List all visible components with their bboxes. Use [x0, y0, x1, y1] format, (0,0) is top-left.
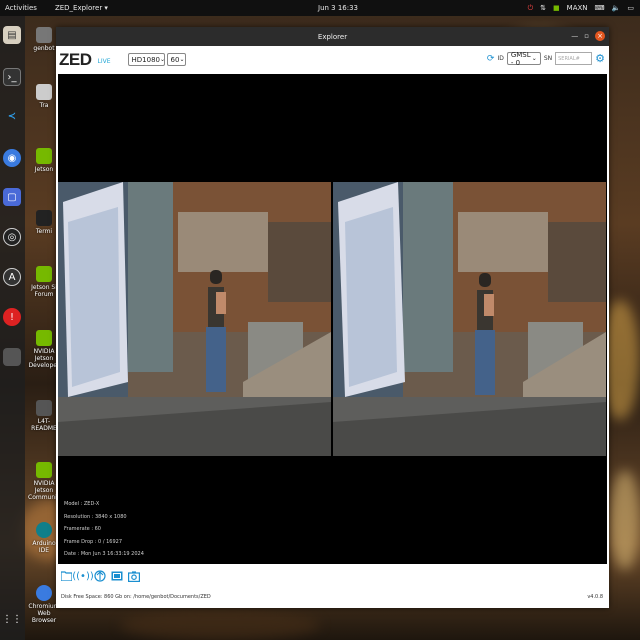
resolution-text: Resolution : 3840 x 1080: [64, 513, 127, 520]
network-icon[interactable]: ⇅: [540, 4, 546, 12]
camera-id-select[interactable]: GMSL - 0 ⌄: [506, 50, 541, 67]
video-record-icon[interactable]: [111, 570, 123, 582]
desktop-icon-label: Jetson: [34, 166, 54, 173]
bottom-toolbar: ((•)): [60, 570, 140, 582]
refresh-icon[interactable]: ⟳: [487, 54, 495, 64]
obs-icon[interactable]: ◎: [3, 228, 21, 246]
power-icon[interactable]: ⏻: [528, 4, 534, 13]
serial-number-placeholder: SERIAL#: [558, 55, 580, 62]
arduino-icon[interactable]: A: [3, 268, 21, 286]
home-icon: [36, 27, 52, 43]
keyboard-icon[interactable]: ⌨: [595, 4, 605, 12]
resolution-select[interactable]: HD1080 ⌄: [127, 53, 166, 66]
desktop-icon-label: Arduino IDE: [32, 540, 56, 554]
version-label: v4.0.8: [587, 594, 603, 600]
date-text: Date : Mon Jun 3 16:33:19 2024: [64, 551, 144, 557]
chevron-down-icon: ⌄: [531, 55, 537, 62]
explorer-window: Explorer — ▫ × ZED LIVE HD1080 ⌄ 60 ⌄ ⟳ …: [56, 27, 609, 608]
desktop-icon-label: Chromium Web Browser: [28, 603, 60, 624]
gps-icon[interactable]: [94, 570, 106, 582]
zed-logo: ZED: [59, 49, 92, 69]
right-camera-image: [333, 182, 606, 456]
terminal-icon[interactable]: ›_: [3, 68, 21, 86]
vscode-icon[interactable]: ≺: [3, 107, 21, 125]
fps-value: 60: [170, 55, 180, 64]
camera-snapshot-icon[interactable]: [128, 570, 140, 582]
desktop-icon-label: Termi: [35, 228, 53, 235]
chromium-icon: [36, 585, 52, 601]
broadcast-icon[interactable]: ((•)): [72, 570, 94, 582]
activities-button[interactable]: Activities: [5, 4, 37, 12]
live-badge: LIVE: [97, 57, 111, 65]
chromium-icon[interactable]: ◉: [3, 149, 21, 167]
desktop-icon-label: genbot: [33, 45, 55, 52]
battery-icon[interactable]: ▭: [627, 4, 634, 12]
sn-label: SN: [543, 55, 553, 62]
serial-number-input[interactable]: SERIAL#: [555, 52, 593, 65]
user-label[interactable]: MAXN: [567, 4, 588, 12]
nvidia-icon: [36, 462, 52, 478]
chevron-down-icon: ⌄: [159, 56, 166, 63]
title-bar[interactable]: Explorer — ▫ ×: [56, 27, 609, 46]
disk-status: Disk Free Space: 860 Gb on: /home/genbot…: [61, 594, 211, 600]
top-bar: Activities ZED_Explorer ▾ Jun 3 16:33 ⏻ …: [0, 0, 640, 16]
minimize-icon[interactable]: —: [571, 32, 578, 40]
left-camera-image: [58, 182, 331, 456]
desktop-icon-label: L4T-README: [31, 418, 57, 432]
app-menu[interactable]: ZED_Explorer ▾: [55, 4, 108, 12]
fps-select[interactable]: 60 ⌄: [166, 53, 186, 66]
maximize-icon[interactable]: ▫: [584, 32, 589, 40]
dock: ▤ ›_ ≺ ◉ ▢ ◎ A ! ⋮⋮: [0, 16, 25, 640]
camera-info-panel: Model : ZED-X Resolution : 3840 x 1080 F…: [64, 498, 144, 561]
drive-icon: [36, 400, 52, 416]
nvidia-icon: [36, 330, 52, 346]
app-window-icon[interactable]: [3, 348, 21, 366]
folder-icon[interactable]: [60, 570, 72, 582]
error-icon[interactable]: !: [3, 308, 21, 326]
system-tray[interactable]: ⏻ ⇅ ■ MAXN ⌨ 🔈 ▭: [528, 4, 634, 13]
screenshot-icon[interactable]: ▢: [3, 188, 21, 206]
terminal-icon: [36, 210, 52, 226]
arduino-icon: [36, 522, 52, 538]
toolbar: ZED LIVE HD1080 ⌄ 60 ⌄ ⟳ ID GMSL - 0 ⌄ S…: [56, 46, 609, 73]
clock[interactable]: Jun 3 16:33: [318, 4, 358, 12]
desktop-icon-label: Jetson Si Forum: [31, 284, 57, 298]
desktop-icon-label: Tra: [39, 102, 49, 109]
nvidia-icon: [36, 266, 52, 282]
framerate-text: Framerate : 60: [64, 526, 101, 532]
camera-view[interactable]: Model : ZED-X Resolution : 3840 x 1080 F…: [58, 74, 607, 564]
nvidia-icon[interactable]: ■: [553, 4, 560, 12]
frame-drop-text: Frame Drop : 0 / 16927: [64, 538, 123, 545]
trash-icon: [36, 84, 52, 100]
files-icon[interactable]: ▤: [3, 26, 21, 44]
volume-icon[interactable]: 🔈: [612, 4, 621, 12]
desktop-icon-label: NVIDIA Jetson Developer: [28, 348, 60, 369]
show-apps-icon[interactable]: ⋮⋮: [2, 610, 22, 628]
resolution-value: HD1080: [131, 55, 160, 64]
window-title: Explorer: [317, 32, 348, 41]
camera-id-value: GMSL - 0: [510, 50, 531, 67]
chevron-down-icon: ⌄: [179, 56, 185, 63]
nvidia-icon: [36, 148, 52, 164]
id-label: ID: [497, 55, 504, 62]
close-icon[interactable]: ×: [595, 31, 605, 41]
settings-gear-icon[interactable]: ⚙: [595, 52, 605, 65]
model-text: Model : ZED-X: [64, 501, 100, 507]
